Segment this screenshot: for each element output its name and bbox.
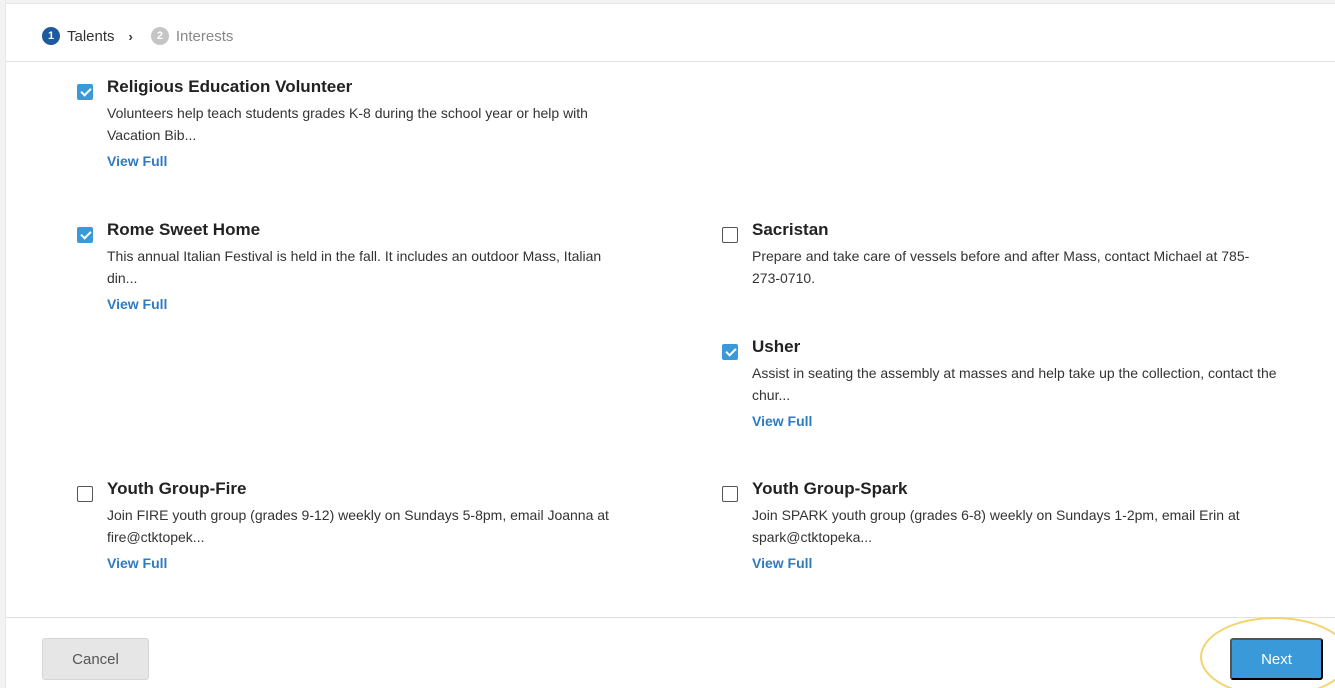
view-full-link[interactable]: View Full xyxy=(107,555,167,571)
talent-title: Usher xyxy=(752,337,801,356)
talent-description: Prepare and take care of vessels before … xyxy=(752,248,1250,286)
step-1-label[interactable]: Talents xyxy=(67,28,115,45)
talent-description: Assist in seating the assembly at masses… xyxy=(752,365,1277,403)
step-1-number: 1 xyxy=(42,27,60,45)
talent-checkbox[interactable] xyxy=(722,227,738,243)
view-full-link[interactable]: View Full xyxy=(107,153,167,169)
header-divider xyxy=(6,61,1335,62)
next-button[interactable]: Next xyxy=(1230,638,1323,680)
talent-checkbox[interactable] xyxy=(77,84,93,100)
window-left-edge xyxy=(0,0,6,688)
talent-item-sacristan: Sacristan Prepare and take care of vesse… xyxy=(722,220,1302,300)
cancel-button[interactable]: Cancel xyxy=(42,638,149,680)
view-full-link[interactable]: View Full xyxy=(752,555,812,571)
talent-item-youth-group-fire: Youth Group-Fire Join FIRE youth group (… xyxy=(77,479,657,579)
wizard-stepper: 1 Talents › 2 Interests xyxy=(42,26,233,46)
footer-divider xyxy=(6,617,1335,618)
window-top-edge xyxy=(0,0,1335,4)
chevron-right-icon: › xyxy=(128,28,133,44)
talent-title: Youth Group-Fire xyxy=(107,479,247,498)
talent-checkbox[interactable] xyxy=(722,344,738,360)
talent-title: Religious Education Volunteer xyxy=(107,77,353,96)
talent-title: Rome Sweet Home xyxy=(107,220,261,239)
view-full-link[interactable]: View Full xyxy=(107,296,167,312)
talent-item-religious-education: Religious Education Volunteer Volunteers… xyxy=(77,77,657,177)
talent-title: Youth Group-Spark xyxy=(752,479,908,498)
talent-checkbox[interactable] xyxy=(77,227,93,243)
talent-item-rome-sweet-home: Rome Sweet Home This annual Italian Fest… xyxy=(77,220,657,320)
talent-description: This annual Italian Festival is held in … xyxy=(107,248,602,286)
talent-checkbox[interactable] xyxy=(722,486,738,502)
talent-description: Join FIRE youth group (grades 9-12) week… xyxy=(107,507,609,545)
view-full-link[interactable]: View Full xyxy=(752,413,812,429)
talent-description: Join SPARK youth group (grades 6-8) week… xyxy=(752,507,1240,545)
step-2-number: 2 xyxy=(150,27,169,45)
talent-title: Sacristan xyxy=(752,220,829,239)
talent-item-usher: Usher Assist in seating the assembly at … xyxy=(722,337,1302,437)
talent-description: Volunteers help teach students grades K-… xyxy=(107,105,588,143)
talent-item-youth-group-spark: Youth Group-Spark Join SPARK youth group… xyxy=(722,479,1302,579)
talent-checkbox[interactable] xyxy=(77,486,93,502)
step-2-label[interactable]: Interests xyxy=(176,28,234,45)
